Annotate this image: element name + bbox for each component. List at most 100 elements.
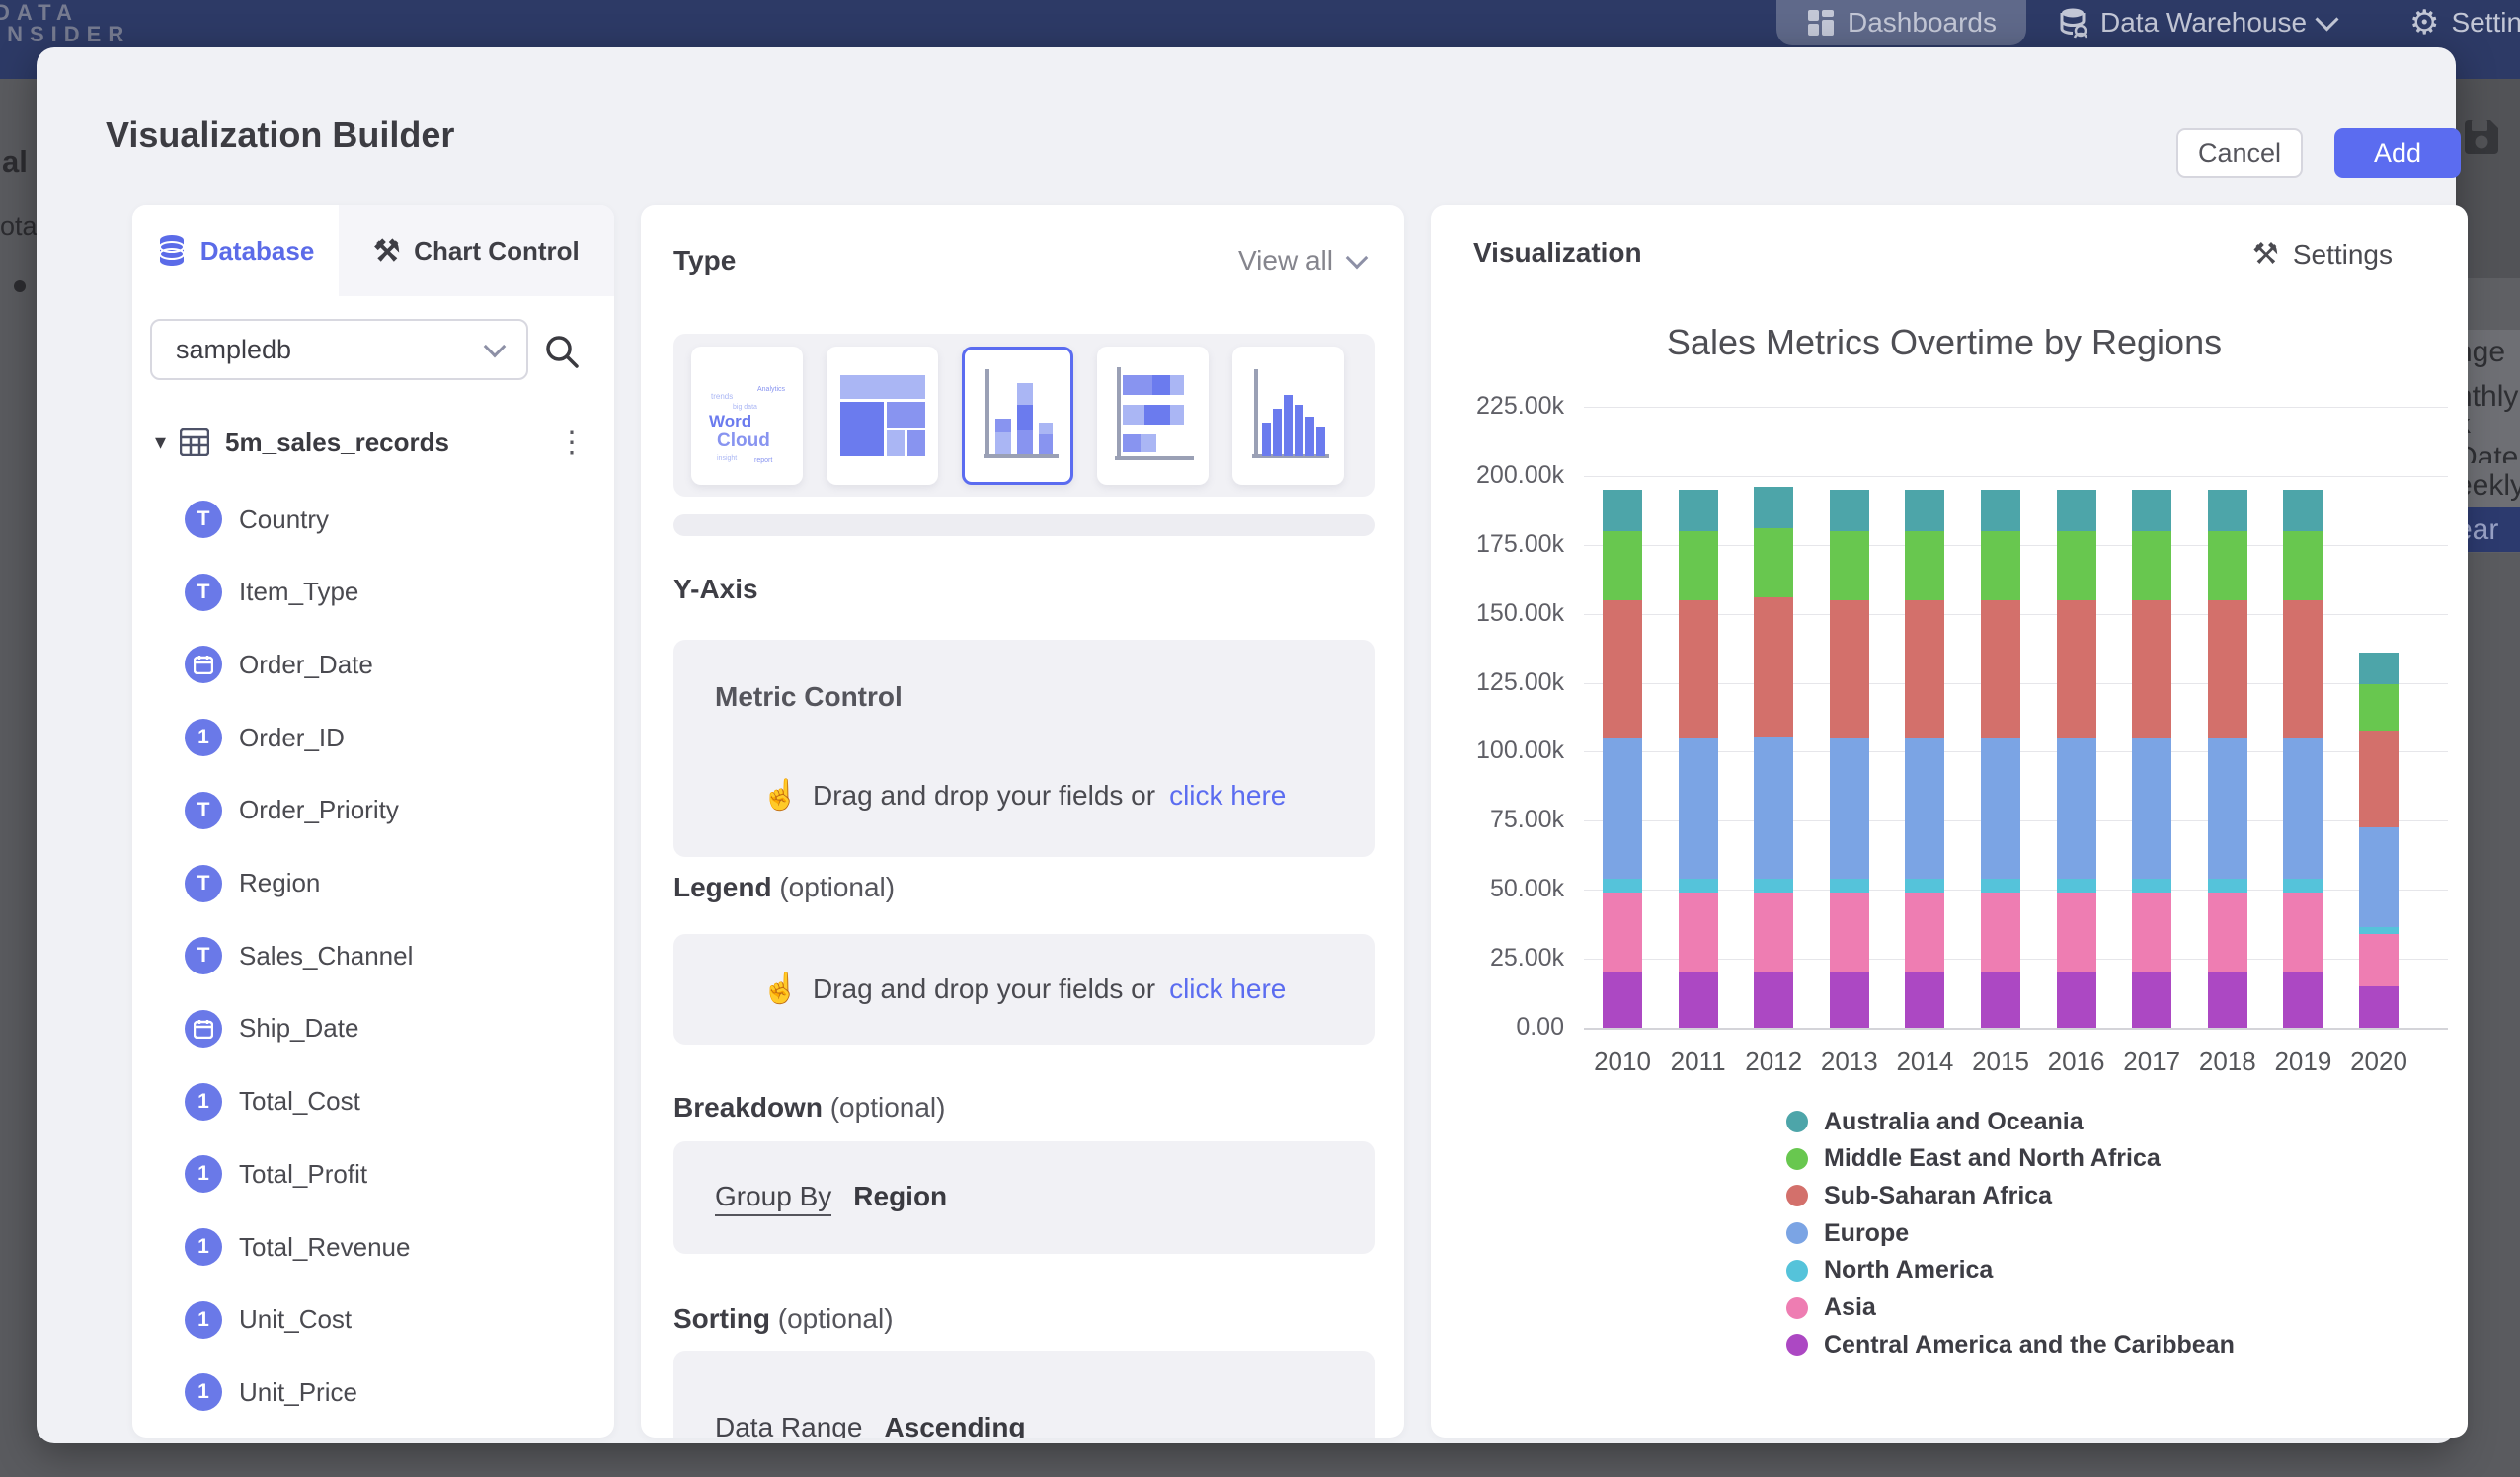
bar-segment-2017[interactable]: [2132, 893, 2171, 972]
legend-item[interactable]: Asia: [1786, 1289, 1876, 1327]
legend-item[interactable]: Australia and Oceania: [1786, 1103, 2084, 1140]
bar-segment-2015[interactable]: [1981, 879, 2020, 893]
bar-segment-2013[interactable]: [1830, 879, 1869, 893]
bar-segment-2015[interactable]: [1981, 738, 2020, 879]
field-item-region[interactable]: TRegion: [132, 856, 614, 911]
bar-segment-2012[interactable]: [1754, 737, 1793, 879]
bar-segment-2018[interactable]: [2208, 893, 2247, 972]
field-item-total_revenue[interactable]: 1Total_Revenue: [132, 1219, 614, 1275]
nav-dashboards[interactable]: Dashboards: [1776, 0, 2026, 45]
bar-segment-2012[interactable]: [1754, 528, 1793, 597]
legend-dropzone[interactable]: ☝ Drag and drop your fields or click her…: [673, 934, 1375, 1045]
bar-segment-2014[interactable]: [1905, 490, 1944, 531]
bar-segment-2011[interactable]: [1679, 531, 1718, 600]
bar-segment-2020[interactable]: [2359, 731, 2399, 827]
chart-type-word-cloud[interactable]: trendsAnalyticsbig dataWordCloudinsightr…: [691, 347, 803, 485]
field-item-country[interactable]: TCountry: [132, 492, 614, 547]
bar-segment-2012[interactable]: [1754, 487, 1793, 528]
bar-segment-2012[interactable]: [1754, 879, 1793, 893]
bar-segment-2015[interactable]: [1981, 490, 2020, 531]
bar-segment-2019[interactable]: [2283, 490, 2323, 531]
bar-segment-2013[interactable]: [1830, 738, 1869, 879]
bar-segment-2014[interactable]: [1905, 879, 1944, 893]
field-item-ship_date[interactable]: Ship_Date: [132, 1001, 614, 1056]
caret-down-icon[interactable]: ▾: [155, 429, 166, 455]
field-item-order_date[interactable]: Order_Date: [132, 637, 614, 692]
click-here-link[interactable]: click here: [1169, 973, 1286, 1005]
bar-segment-2017[interactable]: [2132, 600, 2171, 738]
bar-segment-2010[interactable]: [1603, 600, 1642, 738]
bar-segment-2010[interactable]: [1603, 893, 1642, 972]
breakdown-dropzone[interactable]: Group By Region: [673, 1141, 1375, 1254]
bar-segment-2012[interactable]: [1754, 893, 1793, 972]
bar-segment-2011[interactable]: [1679, 600, 1718, 738]
bar-segment-2020[interactable]: [2359, 934, 2399, 986]
bar-segment-2012[interactable]: [1754, 597, 1793, 737]
bar-segment-2018[interactable]: [2208, 531, 2247, 600]
bar-segment-2010[interactable]: [1603, 879, 1642, 893]
bar-segment-2020[interactable]: [2359, 927, 2399, 934]
sort-field-label[interactable]: Data Range: [715, 1412, 862, 1438]
bar-segment-2013[interactable]: [1830, 600, 1869, 738]
bar-segment-2011[interactable]: [1679, 893, 1718, 972]
click-here-link[interactable]: click here: [1169, 780, 1286, 812]
bar-segment-2016[interactable]: [2057, 893, 2096, 972]
bar-segment-2019[interactable]: [2283, 893, 2323, 972]
bar-segment-2010[interactable]: [1603, 531, 1642, 600]
bar-segment-2018[interactable]: [2208, 600, 2247, 738]
bar-segment-2018[interactable]: [2208, 490, 2247, 531]
bar-segment-2019[interactable]: [2283, 879, 2323, 893]
bar-segment-2017[interactable]: [2132, 879, 2171, 893]
bar-segment-2015[interactable]: [1981, 972, 2020, 1028]
settings-button[interactable]: ⚒ Settings: [2252, 237, 2393, 272]
add-button[interactable]: Add: [2334, 128, 2461, 178]
legend-item[interactable]: Middle East and North Africa: [1786, 1140, 2161, 1178]
field-item-total_profit[interactable]: 1Total_Profit: [132, 1146, 614, 1202]
field-item-order_priority[interactable]: TOrder_Priority: [132, 783, 614, 838]
bar-segment-2013[interactable]: [1830, 490, 1869, 531]
bar-segment-2020[interactable]: [2359, 827, 2399, 927]
bar-segment-2016[interactable]: [2057, 738, 2096, 879]
nav-data-warehouse[interactable]: Data Warehouse: [2059, 0, 2335, 45]
bar-segment-2019[interactable]: [2283, 738, 2323, 879]
chart-type-column[interactable]: [1232, 347, 1344, 485]
bar-segment-2015[interactable]: [1981, 600, 2020, 738]
bar-segment-2013[interactable]: [1830, 893, 1869, 972]
bar-segment-2016[interactable]: [2057, 972, 2096, 1028]
bar-segment-2013[interactable]: [1830, 531, 1869, 600]
bar-segment-2011[interactable]: [1679, 738, 1718, 879]
chart-type-stacked-bar[interactable]: [1097, 347, 1209, 485]
bar-segment-2016[interactable]: [2057, 490, 2096, 531]
bar-segment-2011[interactable]: [1679, 879, 1718, 893]
bar-segment-2017[interactable]: [2132, 972, 2171, 1028]
cancel-button[interactable]: Cancel: [2176, 128, 2303, 178]
bar-segment-2012[interactable]: [1754, 972, 1793, 1028]
bar-segment-2018[interactable]: [2208, 972, 2247, 1028]
bar-segment-2020[interactable]: [2359, 986, 2399, 1028]
bar-segment-2013[interactable]: [1830, 972, 1869, 1028]
bar-segment-2019[interactable]: [2283, 600, 2323, 738]
tab-database[interactable]: Database: [132, 205, 339, 296]
group-by-label[interactable]: Group By: [715, 1181, 831, 1216]
bar-segment-2020[interactable]: [2359, 653, 2399, 684]
legend-item[interactable]: Sub-Saharan Africa: [1786, 1177, 2052, 1214]
sorting-row[interactable]: Data Range Ascending: [715, 1412, 1026, 1438]
field-item-unit_cost[interactable]: 1Unit_Cost: [132, 1292, 614, 1348]
field-item-sales_channel[interactable]: TSales_Channel: [132, 928, 614, 983]
bar-segment-2020[interactable]: [2359, 684, 2399, 732]
bar-segment-2014[interactable]: [1905, 738, 1944, 879]
bar-segment-2017[interactable]: [2132, 531, 2171, 600]
bar-segment-2019[interactable]: [2283, 531, 2323, 600]
kebab-menu-icon[interactable]: ⋮: [557, 426, 587, 460]
database-select[interactable]: sampledb: [150, 319, 528, 380]
bar-segment-2018[interactable]: [2208, 879, 2247, 893]
legend-item[interactable]: North America: [1786, 1252, 1993, 1289]
bar-segment-2017[interactable]: [2132, 738, 2171, 879]
nav-settings[interactable]: ⚙ Settings: [2409, 0, 2520, 45]
bar-segment-2011[interactable]: [1679, 490, 1718, 531]
field-item-item_type[interactable]: TItem_Type: [132, 565, 614, 620]
bar-segment-2016[interactable]: [2057, 879, 2096, 893]
field-item-order_id[interactable]: 1Order_ID: [132, 710, 614, 765]
chart-type-stacked-column[interactable]: [962, 347, 1073, 485]
bar-segment-2014[interactable]: [1905, 531, 1944, 600]
